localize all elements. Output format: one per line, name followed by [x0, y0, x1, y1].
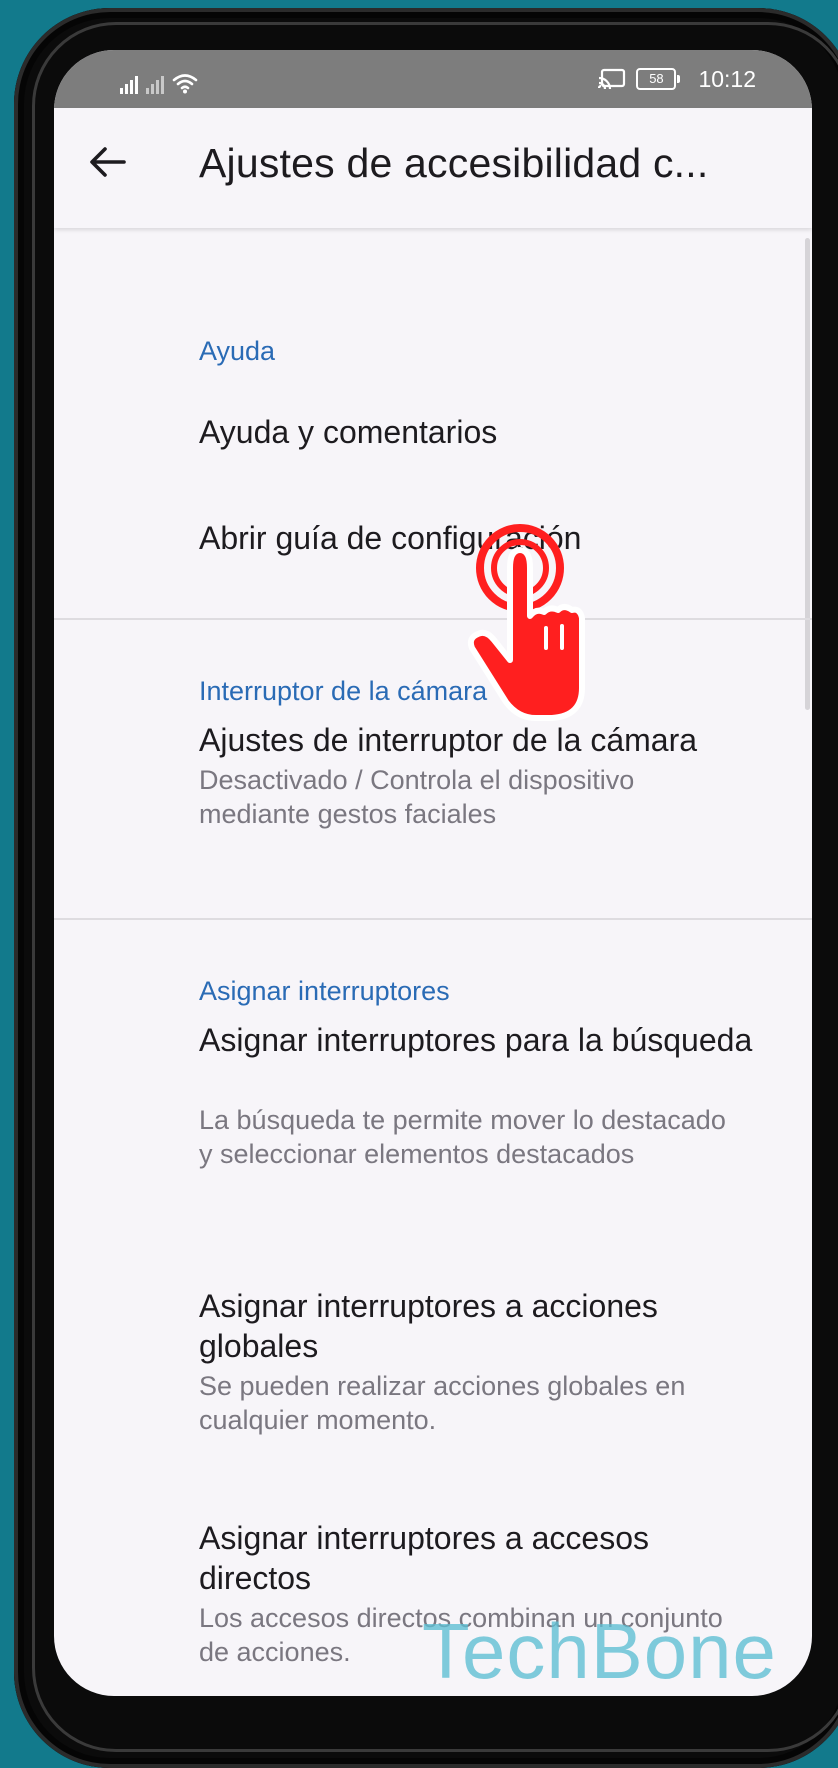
page-title: Ajustes de accesibilidad c... — [199, 140, 709, 186]
list-item-interruptores-acciones-globales[interactable]: Asignar interruptores a acciones globale… — [199, 1286, 759, 1366]
watermark: TechBone — [422, 1607, 777, 1695]
list-item-interruptores-accesos-directos[interactable]: Asignar interruptores a accesos directos — [199, 1518, 759, 1598]
signal-no-sim-icon — [146, 74, 164, 94]
scrollbar[interactable] — [805, 238, 810, 710]
settings-list: Ayuda Ayuda y comentarios Abrir guía de … — [54, 228, 812, 1696]
status-left — [120, 68, 198, 94]
cast-icon — [598, 68, 626, 90]
section-header-ayuda: Ayuda — [199, 336, 276, 366]
section-divider — [54, 918, 812, 920]
status-bar: 58 10:12 — [54, 50, 812, 108]
back-button[interactable] — [80, 134, 136, 190]
status-right: 58 10:12 — [598, 64, 756, 94]
section-divider — [54, 618, 812, 620]
list-item-subtitle: La búsqueda te permite mover lo destacad… — [199, 1105, 726, 1169]
status-time: 10:12 — [698, 65, 756, 92]
list-item-subtitle: Desactivado / Controla el dispositivo me… — [199, 765, 635, 829]
signal-icon — [120, 74, 138, 94]
battery-icon: 58 — [636, 68, 681, 90]
wifi-icon — [172, 74, 198, 94]
list-item-interruptores-busqueda[interactable]: Asignar interruptores para la búsqueda — [199, 1020, 759, 1060]
tap-hand-icon — [467, 524, 585, 721]
section-header-asignar-interruptores: Asignar interruptores — [199, 976, 450, 1006]
section-header-interruptor-camara: Interruptor de la cámara — [199, 676, 488, 706]
list-item-ayuda-comentarios[interactable]: Ayuda y comentarios — [199, 412, 759, 452]
list-item-subtitle: Se pueden realizar acciones globales en … — [199, 1371, 686, 1435]
app-bar: Ajustes de accesibilidad c... — [54, 108, 812, 228]
device-screen: 58 10:12 Ajustes de accesibilidad c... A… — [54, 50, 812, 1696]
arrow-left-icon — [90, 147, 126, 177]
